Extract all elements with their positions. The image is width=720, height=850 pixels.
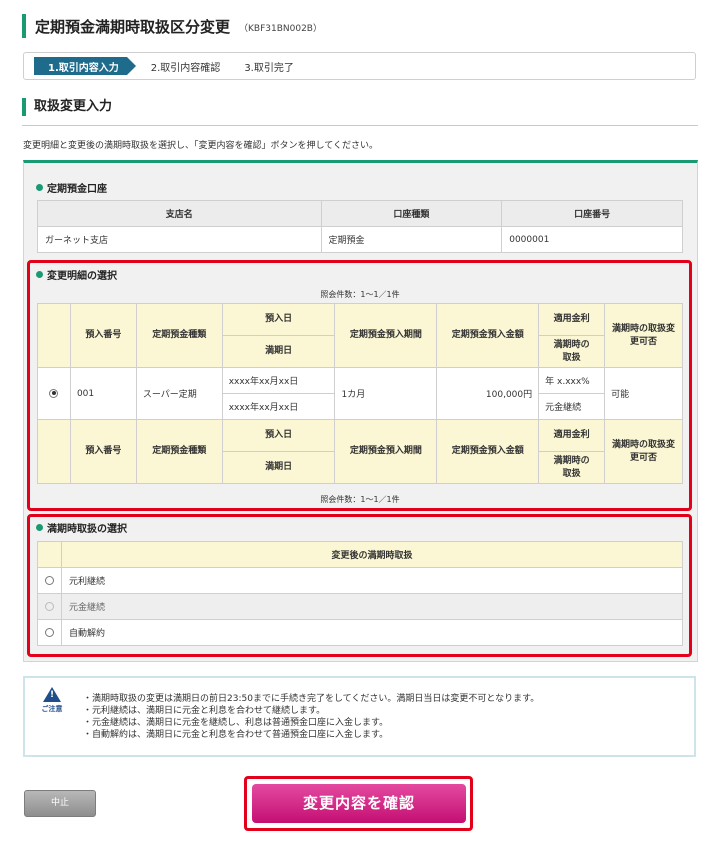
option-radio-cell: [37, 593, 62, 620]
maturity-option-row[interactable]: 自動解約: [37, 619, 684, 646]
account-type: 定期預金: [320, 226, 503, 253]
maturity-option-row-disabled: 元金継続: [37, 593, 684, 620]
maturity-table: 変更後の満期時取扱 元利継続 元金継続 自動解約: [37, 541, 684, 646]
col-period: 定期預金預入期間: [334, 303, 438, 368]
col-type-footer: 定期預金種類: [135, 419, 223, 484]
col-amount: 定期預金預入金額: [436, 303, 540, 368]
col-account-type: 口座種類: [320, 200, 503, 227]
table-row: ガーネット支店 定期預金 0000001: [37, 226, 683, 253]
col-maturity-handling: 満期時の取扱: [538, 335, 606, 368]
bullet-icon: [36, 184, 43, 191]
table-header-row: 変更後の満期時取扱: [37, 541, 684, 568]
col-rate-footer: 適用金利: [538, 419, 606, 452]
step-3: 3.取引完了: [244, 62, 294, 74]
step-2: 2.取引内容確認: [150, 62, 221, 74]
instruction-text: 変更明細と変更後の満期時取扱を選択し、「変更内容を確認」ボタンを押してください。: [23, 141, 378, 151]
step-1-current: 1.取引内容入力: [34, 57, 136, 75]
col-changeable: 満期時の取扱変更可否: [604, 303, 683, 368]
maturity-option-row[interactable]: 元利継続: [37, 567, 684, 594]
row-changeable: 可能: [604, 367, 683, 420]
result-count-top: 照会件数：1～1／1件: [320, 290, 400, 299]
warning-icon: !: [43, 687, 61, 702]
table-row[interactable]: 001 スーパー定期 xxxx年xx月xx日 1カ月 100,000円 年 x.…: [37, 367, 683, 420]
col-amount-footer: 定期預金預入金額: [436, 419, 540, 484]
page-title-text: 定期預金満期時取扱区分変更: [35, 17, 231, 36]
row-maturity-date: xxxx年xx月xx日: [221, 393, 336, 420]
step-indicator: 1.取引内容入力 2.取引内容確認 3.取引完了: [23, 52, 696, 80]
maturity-subtitle-text: 満期時取扱の選択: [47, 524, 127, 535]
account-number: 0000001: [501, 226, 683, 253]
caution-box: ! ご注意 ・満期時取扱の変更は満期日の前日23:50までに手続き完了をしてくだ…: [23, 676, 696, 757]
section-header: 取扱変更入力: [22, 96, 698, 126]
col-rate: 適用金利: [538, 303, 606, 336]
col-select-footer: [37, 419, 71, 484]
col-maturity-date: 満期日: [221, 335, 336, 368]
detail-header-row-top: 預入番号 定期預金種類 預入日 定期預金預入期間 定期預金預入金額 適用金利 満…: [37, 303, 683, 368]
row-type: スーパー定期: [135, 367, 223, 420]
caution-icon-group: ! ご注意: [35, 687, 69, 714]
account-table: 支店名 口座種類 口座番号 ガーネット支店 定期預金 0000001: [37, 200, 683, 253]
option-radio-cell[interactable]: [37, 619, 62, 646]
row-radio-selected[interactable]: [49, 388, 59, 398]
option-radio-auto-cancel[interactable]: [44, 627, 54, 637]
detail-subtitle: 変更明細の選択: [36, 267, 117, 282]
col-type: 定期預金種類: [135, 303, 223, 368]
option-radio-principal: [44, 601, 54, 611]
row-deposit-date: xxxx年xx月xx日: [221, 367, 336, 394]
caution-label: ご注意: [41, 705, 63, 713]
row-period: 1カ月: [334, 367, 438, 420]
detail-footer-row-top: 預入番号 定期預金種類 預入日 定期預金預入期間 定期預金預入金額 適用金利 満…: [37, 419, 683, 484]
col-deposit-date-footer: 預入日: [221, 419, 336, 452]
option-radio-cell[interactable]: [37, 567, 62, 594]
bullet-icon: [36, 271, 43, 278]
col-branch: 支店名: [37, 200, 322, 227]
row-select-cell[interactable]: [37, 367, 71, 420]
col-period-footer: 定期預金預入期間: [334, 419, 438, 484]
row-amount: 100,000円: [436, 367, 540, 420]
col-select: [37, 541, 62, 568]
option-label: 元金継続: [60, 593, 684, 620]
col-changeable-footer: 満期時の取扱変更可否: [604, 419, 683, 484]
option-label[interactable]: 元利継続: [60, 567, 684, 594]
row-rate: 年 x.xxx%: [538, 367, 606, 394]
bullet-icon: [36, 524, 43, 531]
row-maturity-handling: 元金継続: [538, 393, 606, 420]
cancel-button[interactable]: 中止: [24, 790, 96, 817]
option-radio-principal-interest[interactable]: [44, 575, 54, 585]
account-subtitle: 定期預金口座: [36, 180, 107, 195]
col-number-footer: 預入番号: [69, 419, 137, 484]
detail-table: 預入番号 定期預金種類 預入日 定期預金預入期間 定期預金預入金額 適用金利 満…: [37, 303, 683, 484]
caution-item: ・元利継続は、満期日に元金と利息を合わせて継続します。: [83, 706, 326, 716]
maturity-subtitle: 満期時取扱の選択: [36, 520, 127, 535]
col-select: [37, 303, 71, 368]
col-maturity-option: 変更後の満期時取扱: [60, 541, 684, 568]
col-account-number: 口座番号: [501, 200, 683, 227]
col-maturity-handling-footer: 満期時の取扱: [538, 451, 606, 484]
option-label[interactable]: 自動解約: [60, 619, 684, 646]
table-header-row: 支店名 口座種類 口座番号: [37, 200, 683, 227]
caution-item: ・自動解約は、満期日に元金と利息を合わせて普通預金口座に入金します。: [83, 730, 389, 740]
row-number: 001: [69, 367, 137, 420]
screen-code: （KBF31BN002B）: [239, 23, 322, 34]
confirm-changes-button[interactable]: 変更内容を確認: [252, 784, 466, 823]
account-subtitle-text: 定期預金口座: [47, 184, 107, 195]
result-count-bottom: 照会件数：1～1／1件: [320, 495, 400, 504]
caution-item: ・元金継続は、満期日に元金を継続し、利息は普通預金口座に入金します。: [83, 718, 389, 728]
section-title: 取扱変更入力: [22, 98, 698, 116]
branch-name: ガーネット支店: [37, 226, 322, 253]
caution-item: ・満期時取扱の変更は満期日の前日23:50までに手続き完了をしてください。満期日…: [83, 694, 540, 704]
caution-list: ・満期時取扱の変更は満期日の前日23:50までに手続き完了をしてください。満期日…: [83, 693, 539, 741]
page-title: 定期預金満期時取扱区分変更 （KBF31BN002B）: [22, 14, 322, 38]
col-maturity-date-footer: 満期日: [221, 451, 336, 484]
col-number: 預入番号: [69, 303, 137, 368]
col-deposit-date: 預入日: [221, 303, 336, 336]
detail-subtitle-text: 変更明細の選択: [47, 271, 117, 282]
